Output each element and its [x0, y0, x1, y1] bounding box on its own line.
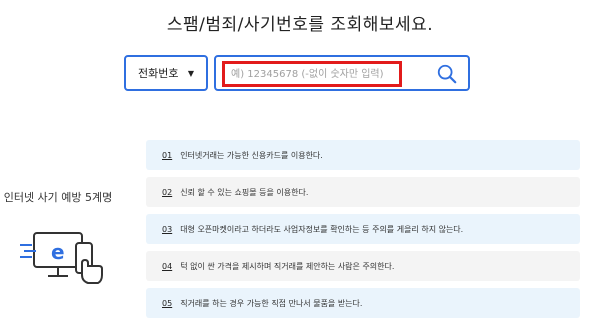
tip-item: 05 직거래를 하는 경우 가능한 직접 만나서 물품을 받는다. — [146, 288, 580, 318]
search-icon[interactable] — [436, 63, 458, 85]
tip-text: 인터넷거래는 가능한 신용카드를 이용한다. — [180, 150, 323, 160]
search-type-select[interactable]: 전화번호 ▼ — [124, 55, 208, 91]
tip-item: 03 대형 오픈마켓이라고 하더라도 사업자정보를 확인하는 등 주의를 게을리… — [146, 214, 580, 244]
tips-list: 01 인터넷거래는 가능한 신용카드를 이용한다. 02 신뢰 할 수 있는 쇼… — [146, 140, 580, 325]
tip-text: 대형 오픈마켓이라고 하더라도 사업자정보를 확인하는 등 주의를 게을리 하지… — [180, 224, 464, 234]
tip-text: 직거래를 하는 경우 가능한 직접 만나서 물품을 받는다. — [180, 298, 363, 308]
tip-number: 05 — [162, 298, 173, 308]
tip-text: 턱 없이 싼 가격을 제시하며 직거래를 제안하는 사람은 주의한다. — [180, 261, 395, 271]
page-title: 스팸/범죄/사기번호를 조회해보세요. — [166, 15, 434, 35]
search-bar: 전화번호 ▼ — [124, 55, 470, 93]
tip-number: 04 — [162, 261, 173, 271]
search-box — [214, 55, 470, 91]
tip-text: 신뢰 할 수 있는 쇼핑몰 등을 이용한다. — [180, 187, 309, 197]
tip-number: 02 — [162, 187, 173, 197]
computer-phone-illustration: e — [20, 232, 103, 284]
prevention-caption: 인터넷 사기 예방 5계명 — [3, 191, 113, 204]
tip-number: 01 — [162, 150, 173, 160]
svg-text:e: e — [51, 240, 65, 264]
tip-number: 03 — [162, 224, 173, 234]
caret-down-icon: ▼ — [187, 69, 194, 78]
tip-item: 04 턱 없이 싼 가격을 제시하며 직거래를 제안하는 사람은 주의한다. — [146, 251, 580, 281]
phone-number-input[interactable] — [222, 61, 402, 87]
tip-item: 01 인터넷거래는 가능한 신용카드를 이용한다. — [146, 140, 580, 170]
tip-item: 02 신뢰 할 수 있는 쇼핑몰 등을 이용한다. — [146, 177, 580, 207]
search-type-label: 전화번호 — [138, 67, 179, 80]
